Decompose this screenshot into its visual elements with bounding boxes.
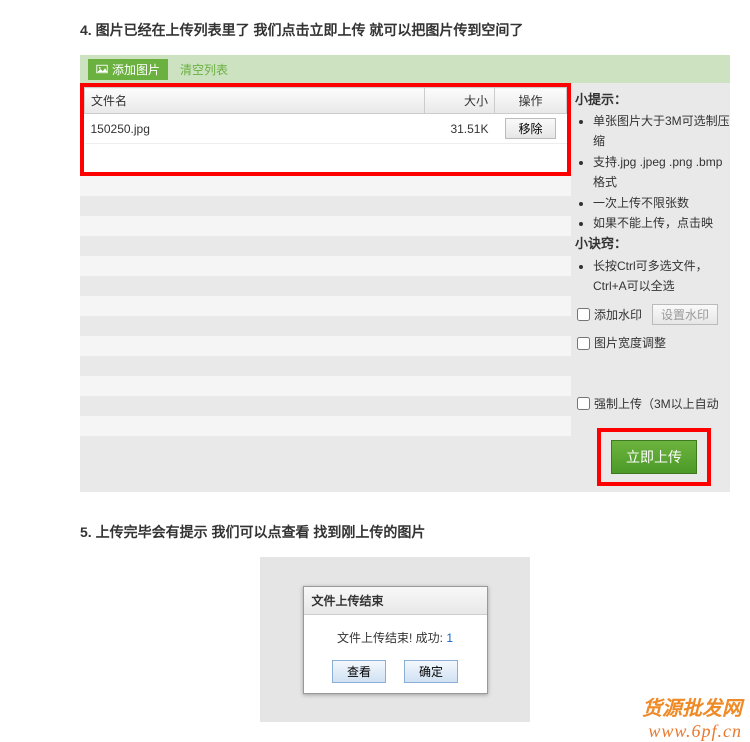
list-item: 长按Ctrl可多选文件，Ctrl+A可以全选 xyxy=(593,256,730,297)
upload-done-dialog: 文件上传结束 文件上传结束! 成功: 1 查看 确定 xyxy=(303,586,488,694)
dialog-count: 1 xyxy=(446,631,453,645)
image-icon xyxy=(96,63,108,75)
cell-filename: 150250.jpg xyxy=(85,114,425,144)
force-checkbox[interactable] xyxy=(577,397,590,410)
cell-size: 31.51K xyxy=(425,114,495,144)
upload-panel: 添加图片 清空列表 文件名 大小 操作 xyxy=(80,55,730,492)
clear-list-link[interactable]: 清空列表 xyxy=(180,61,228,78)
force-label: 强制上传（3M以上自动 xyxy=(594,394,719,414)
watermark-checkbox[interactable] xyxy=(577,308,590,321)
sidebar: 小提示： 单张图片大于3M可选制压缩 支持.jpg .jpeg .png .bm… xyxy=(571,83,730,492)
toolbar: 添加图片 清空列表 xyxy=(80,55,730,83)
ok-button[interactable]: 确定 xyxy=(404,660,458,683)
tricks-heading: 小诀窍： xyxy=(575,233,730,255)
list-item: 单张图片大于3M可选制压缩 xyxy=(593,111,730,152)
file-table: 文件名 大小 操作 150250.jpg 31.51K 移除 xyxy=(84,87,567,172)
list-item: 一次上传不限张数 xyxy=(593,193,730,213)
step5-title: 5. 上传完毕会有提示 我们可以点查看 找到刚上传的图片 xyxy=(80,522,750,542)
list-item: 支持.jpg .jpeg .png .bmp格式 xyxy=(593,152,730,193)
empty-list-area xyxy=(80,176,571,436)
width-label: 图片宽度调整 xyxy=(594,333,666,353)
tricks-list: 长按Ctrl可多选文件，Ctrl+A可以全选 xyxy=(575,256,730,297)
view-button[interactable]: 查看 xyxy=(332,660,386,683)
tips-list: 单张图片大于3M可选制压缩 支持.jpg .jpeg .png .bmp格式 一… xyxy=(575,111,730,233)
list-item: 如果不能上传，点击映 xyxy=(593,213,730,233)
step4-title: 4. 图片已经在上传列表里了 我们点击立即上传 就可以把图片传到空间了 xyxy=(80,20,750,40)
watermark-label: 添加水印 xyxy=(594,305,642,325)
watermark-line1: 货源批发网 xyxy=(642,692,742,721)
add-image-button[interactable]: 添加图片 xyxy=(88,59,168,80)
watermark-line2: www.6pf.cn xyxy=(642,721,742,742)
options-area: 添加水印 设置水印 图片宽度调整 强制上传（3M以上自动 立即上传 xyxy=(575,296,730,486)
col-filename: 文件名 xyxy=(85,88,425,114)
table-row: 150250.jpg 31.51K 移除 xyxy=(85,114,567,144)
width-checkbox[interactable] xyxy=(577,337,590,350)
dialog-msg: 文件上传结束! 成功: xyxy=(337,631,446,645)
tips-heading: 小提示： xyxy=(575,89,730,111)
dialog-title: 文件上传结束 xyxy=(304,587,487,615)
add-image-label: 添加图片 xyxy=(112,61,160,78)
dialog-body: 文件上传结束! 成功: 1 xyxy=(304,615,487,660)
col-op: 操作 xyxy=(495,88,567,114)
col-size: 大小 xyxy=(425,88,495,114)
upload-now-button[interactable]: 立即上传 xyxy=(611,440,697,474)
site-watermark: 货源批发网 www.6pf.cn xyxy=(642,692,742,742)
set-watermark-button[interactable]: 设置水印 xyxy=(652,304,718,325)
upload-button-highlight: 立即上传 xyxy=(597,428,711,486)
remove-button[interactable]: 移除 xyxy=(505,118,555,139)
dialog-screenshot: 文件上传结束 文件上传结束! 成功: 1 查看 确定 xyxy=(260,557,530,722)
file-table-highlight: 文件名 大小 操作 150250.jpg 31.51K 移除 xyxy=(80,83,571,176)
